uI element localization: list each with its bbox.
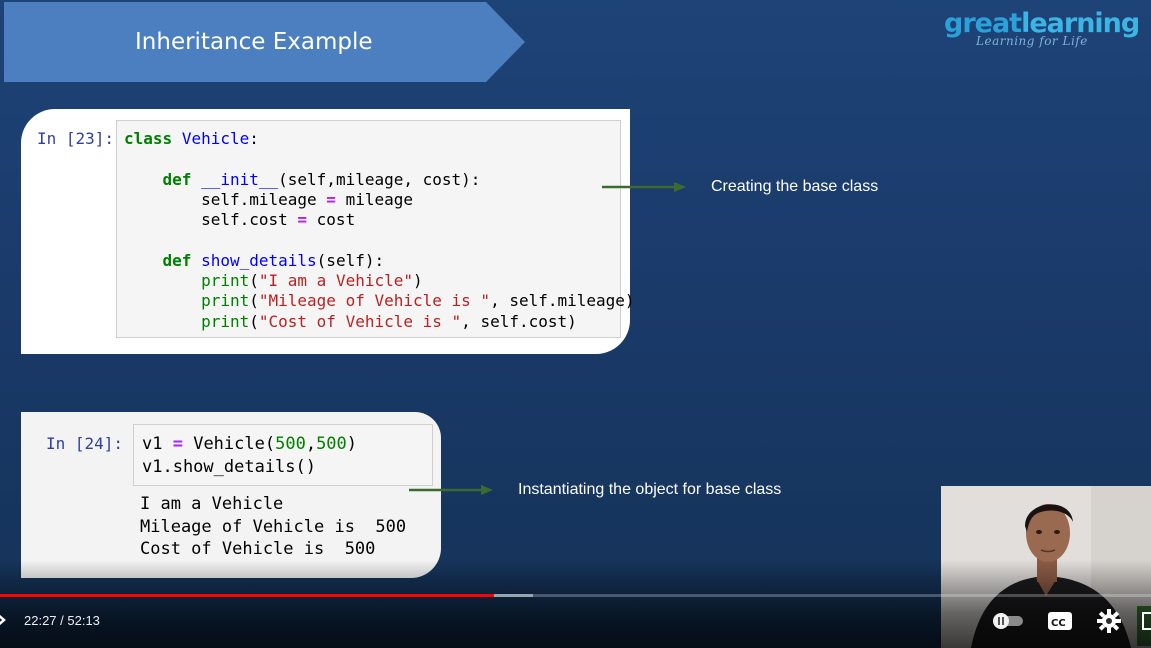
brand-logo: greatlearning Learning for Life: [944, 10, 1140, 50]
player-controls-background: [0, 560, 1151, 648]
settings-icon[interactable]: [1097, 609, 1121, 633]
cell-prompt: In [24]:: [46, 434, 124, 453]
arrow-icon: [602, 182, 686, 192]
code-cell-24: In [24]: v1 = Vehicle(500,500) v1.show_de…: [21, 412, 441, 578]
code-line: v1 = Vehicle(500,500): [142, 434, 358, 454]
code-line: def __init__(self,mileage, cost):: [162, 169, 481, 189]
code-line: class Vehicle:: [124, 129, 259, 148]
output-line: Cost of Vehicle is 500: [140, 539, 376, 559]
miniplayer-icon[interactable]: [1142, 611, 1151, 631]
code-line: self.cost = cost: [124, 210, 356, 230]
annotation-instantiation: Instantiating the object for base class: [518, 481, 782, 498]
time-display: 22:27 / 52:13: [24, 613, 100, 628]
code-input[interactable]: v1 = Vehicle(500,500) v1.show_details(): [133, 424, 433, 486]
code-line: print("Mileage of Vehicle is ", self.mil…: [201, 291, 635, 311]
progress-played[interactable]: [0, 594, 494, 597]
code-line: v1.show_details(): [142, 456, 316, 477]
brand-tagline: Learning for Life: [976, 34, 1088, 48]
play-icon[interactable]: [0, 611, 6, 629]
svg-text:CC: CC: [1051, 618, 1066, 629]
code-cell-23: In [23]: class Vehicle: def __init__(sel…: [21, 109, 635, 354]
code-line: print("Cost of Vehicle is ", self.cost): [201, 311, 577, 331]
captions-icon[interactable]: CC: [1047, 610, 1073, 632]
arrow-icon: [409, 485, 493, 495]
code-line: def show_details(self):: [162, 250, 385, 270]
output-line: I am a Vehicle: [140, 494, 284, 514]
annotation-base-class: Creating the base class: [711, 178, 879, 195]
output-line: Mileage of Vehicle is 500: [140, 516, 407, 537]
cell-prompt: In [23]:: [37, 129, 115, 148]
code-line: self.mileage = mileage: [124, 189, 413, 209]
title-banner: Inheritance Example: [4, 2, 525, 82]
code-line: print("I am a Vehicle"): [201, 271, 423, 291]
autoplay-toggle-icon[interactable]: [991, 612, 1025, 630]
presentation-slide: Inheritance Example greatlearning Learni…: [0, 0, 1151, 648]
slide-title: Inheritance Example: [135, 29, 373, 55]
cell-output: I am a Vehicle Mileage of Vehicle is 500 C…: [140, 493, 406, 561]
code-input[interactable]: class Vehicle: def __init__(self,mileage…: [116, 120, 635, 338]
